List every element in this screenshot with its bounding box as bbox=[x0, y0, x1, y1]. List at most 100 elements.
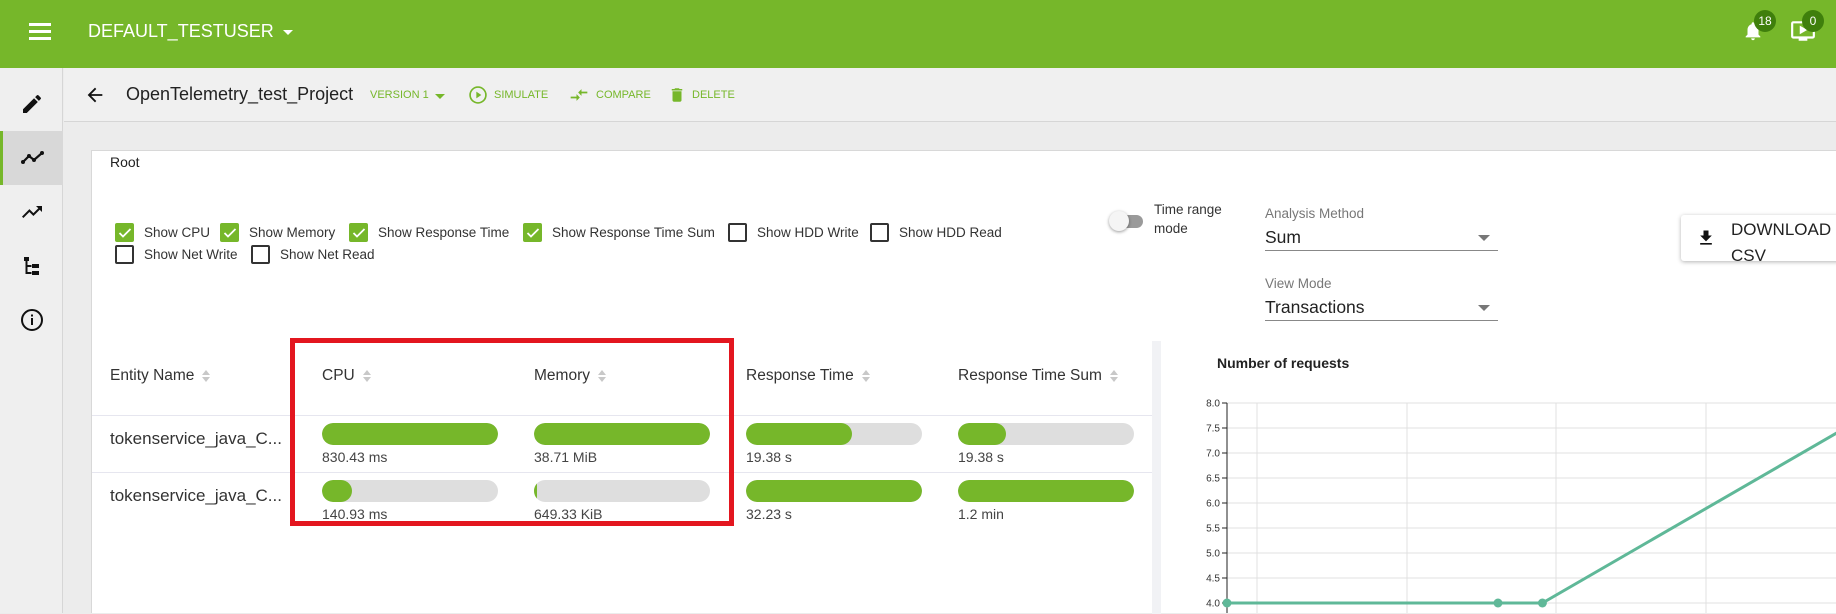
y-tick-label: 4.5 bbox=[1206, 574, 1220, 585]
user-selector[interactable]: DEFAULT_TESTUSER bbox=[88, 21, 293, 42]
column-label: Response Time Sum bbox=[958, 367, 1102, 384]
trending-up-icon bbox=[21, 206, 42, 218]
memory-value: 38.71 MiB bbox=[534, 449, 598, 465]
bar-fill bbox=[958, 480, 1134, 502]
cpu-value: 830.43 ms bbox=[322, 449, 388, 465]
analysis-method-value: Sum bbox=[1265, 227, 1301, 247]
bar-fill bbox=[746, 423, 852, 445]
bar-fill bbox=[322, 423, 498, 445]
column-label: Response Time bbox=[746, 367, 854, 384]
dropdown-arrow-icon bbox=[1478, 234, 1490, 241]
y-tick-label: 7.0 bbox=[1206, 449, 1220, 460]
y-tick-label: 5.0 bbox=[1206, 549, 1220, 560]
data-point bbox=[1222, 598, 1232, 608]
top-app-bar: DEFAULT_TESTUSER 18 0 bbox=[0, 0, 1836, 68]
view-mode-value: Transactions bbox=[1265, 297, 1365, 317]
download-label-line1: DOWNLOAD bbox=[1731, 220, 1832, 239]
analysis-method-select[interactable]: Sum bbox=[1265, 225, 1498, 251]
checkbox-label: Show Response Time Sum bbox=[552, 225, 715, 240]
show-net-read-checkbox[interactable]: Show Net Read bbox=[251, 245, 375, 264]
checkbox-label: Show Response Time bbox=[378, 225, 510, 240]
show-response-time-checkbox[interactable]: Show Response Time bbox=[349, 223, 509, 242]
sort-icon bbox=[861, 370, 870, 382]
back-arrow-icon[interactable] bbox=[84, 84, 106, 106]
download-icon bbox=[1700, 230, 1712, 245]
column-header-response-time-sum[interactable]: Response Time Sum bbox=[958, 367, 1118, 385]
y-tick-label: 7.5 bbox=[1206, 424, 1220, 435]
hamburger-menu-icon[interactable] bbox=[29, 23, 51, 41]
pencil-icon bbox=[22, 94, 41, 113]
y-tick-label: 8.0 bbox=[1206, 399, 1220, 410]
sidebar-item-analysis[interactable] bbox=[0, 131, 63, 185]
view-mode-select[interactable]: Transactions bbox=[1265, 295, 1498, 321]
time-range-label: Time range mode bbox=[1154, 202, 1222, 236]
compare-button[interactable]: COMPARE bbox=[568, 85, 651, 105]
y-tick-label: 5.5 bbox=[1206, 524, 1220, 535]
row-divider bbox=[92, 415, 1152, 416]
checkbox-empty-icon bbox=[728, 223, 747, 242]
download-csv-button[interactable]: DOWNLOAD CSV bbox=[1681, 215, 1836, 265]
column-label: Entity Name bbox=[110, 367, 195, 384]
entity-name-cell[interactable]: tokenservice_java_C... bbox=[110, 429, 282, 449]
bar-fill bbox=[746, 480, 922, 502]
y-tick-label: 6.0 bbox=[1206, 499, 1220, 510]
sidebar bbox=[0, 68, 63, 613]
bar-fill bbox=[534, 423, 710, 445]
series-line bbox=[1227, 431, 1836, 605]
memory-value: 649.33 KiB bbox=[534, 506, 603, 522]
show-net-write-checkbox[interactable]: Show Net Write bbox=[115, 245, 238, 264]
compare-arrows-icon bbox=[570, 89, 588, 101]
sidebar-item-info[interactable] bbox=[0, 293, 63, 347]
breadcrumb-root[interactable]: Root bbox=[110, 154, 140, 170]
checkbox-checked-icon bbox=[220, 223, 239, 242]
show-hdd-write-checkbox[interactable]: Show HDD Write bbox=[728, 223, 859, 242]
checkbox-checked-icon bbox=[115, 223, 134, 242]
checkbox-label: Show Memory bbox=[249, 225, 336, 240]
column-header-memory[interactable]: Memory bbox=[534, 367, 606, 385]
memory-bar bbox=[534, 480, 710, 502]
delete-label: DELETE bbox=[692, 89, 735, 101]
delete-button[interactable]: DELETE bbox=[668, 85, 735, 105]
version-label: VERSION 1 bbox=[370, 89, 429, 101]
project-toolbar: OpenTelemetry_test_Project VERSION 1 SIM… bbox=[64, 68, 1836, 122]
column-header-response-time[interactable]: Response Time bbox=[746, 367, 870, 385]
user-name: DEFAULT_TESTUSER bbox=[88, 21, 274, 41]
column-label: Memory bbox=[534, 367, 590, 384]
show-hdd-read-checkbox[interactable]: Show HDD Read bbox=[870, 223, 1002, 242]
checkbox-empty-icon bbox=[115, 245, 134, 264]
show-cpu-checkbox[interactable]: Show CPU bbox=[115, 223, 210, 242]
column-header-cpu[interactable]: CPU bbox=[322, 367, 371, 385]
sort-icon bbox=[1109, 370, 1118, 382]
response-time-bar bbox=[746, 423, 922, 445]
chart-plot: 8.0 7.5 7.0 6.5 6.0 5.5 5.0 4.5 4.0 bbox=[1206, 399, 1836, 613]
checkbox-empty-icon bbox=[251, 245, 270, 264]
checkbox-checked-icon bbox=[349, 223, 368, 242]
version-selector[interactable]: VERSION 1 bbox=[370, 89, 445, 101]
info-icon bbox=[20, 309, 43, 331]
data-point bbox=[1493, 598, 1503, 608]
chevron-down-icon bbox=[434, 93, 445, 99]
sidebar-item-edit[interactable] bbox=[0, 77, 63, 131]
project-title: OpenTelemetry_test_Project bbox=[126, 84, 354, 104]
sidebar-item-trends[interactable] bbox=[0, 185, 63, 239]
response-time-bar bbox=[746, 480, 922, 502]
simulate-button[interactable]: SIMULATE bbox=[468, 85, 548, 105]
time-range-toggle[interactable] bbox=[1109, 210, 1145, 232]
sidebar-item-hierarchy[interactable] bbox=[0, 239, 63, 293]
response-time-sum-value: 1.2 min bbox=[958, 506, 1004, 522]
entity-name-cell[interactable]: tokenservice_java_C... bbox=[110, 486, 282, 506]
trash-icon bbox=[671, 88, 683, 102]
checkbox-label: Show Net Write bbox=[144, 247, 238, 262]
notifications-button[interactable]: 18 bbox=[1742, 10, 1776, 46]
response-time-sum-bar bbox=[958, 480, 1134, 502]
show-response-time-sum-checkbox[interactable]: Show Response Time Sum bbox=[523, 223, 715, 242]
cpu-bar bbox=[322, 480, 498, 502]
data-point bbox=[1537, 598, 1547, 608]
simulations-button[interactable]: 0 bbox=[1790, 10, 1824, 46]
bar-fill bbox=[958, 423, 1006, 445]
download-label-line2: CSV bbox=[1731, 246, 1766, 265]
column-header-entity-name[interactable]: Entity Name bbox=[110, 367, 211, 385]
show-memory-checkbox[interactable]: Show Memory bbox=[220, 223, 335, 242]
simulations-badge: 0 bbox=[1802, 10, 1824, 32]
cpu-bar bbox=[322, 423, 498, 445]
